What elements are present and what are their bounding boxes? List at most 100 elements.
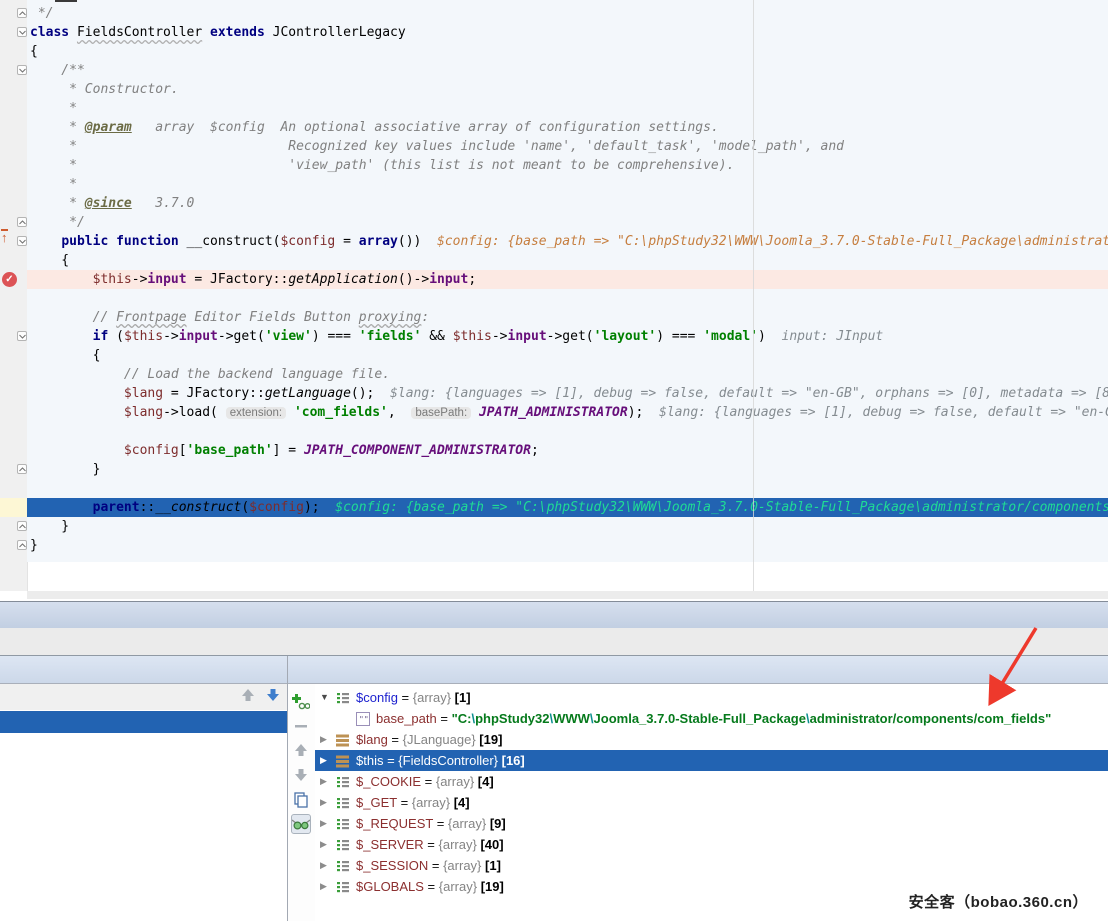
code-line: *	[27, 175, 1108, 194]
variable-row-this[interactable]: ▶$this = {FieldsController} [16]	[315, 750, 1108, 771]
code-line: */	[27, 4, 1108, 23]
code-line: public function __construct($config = ar…	[27, 232, 1108, 251]
editor-gutter[interactable]: ✓↑	[0, 0, 28, 591]
variable-row-_cookie[interactable]: ▶$_COOKIE = {array} [4]	[315, 771, 1108, 792]
code-area[interactable]: */class FieldsController extends JContro…	[27, 0, 1108, 562]
variable-type: {JLanguage}	[403, 732, 480, 747]
tree-collapsed-icon[interactable]: ▶	[320, 729, 327, 750]
variable-type: {array}	[448, 816, 490, 831]
fold-marker-up-icon[interactable]	[17, 464, 27, 474]
code-line: // Frontpage Editor Fields Button proxyi…	[27, 308, 1108, 327]
code-line: class FieldsController extends JControll…	[27, 23, 1108, 42]
next-frame-icon[interactable]	[265, 687, 281, 708]
execution-point-arrow-icon[interactable]: ↑	[1, 229, 8, 245]
variables-tree: ▼$config = {array} [1]""base_path = "C:\…	[315, 687, 1108, 921]
evaluate-expression-icon[interactable]	[291, 814, 311, 834]
variable-type: {array}	[443, 858, 485, 873]
variable-count: [9]	[490, 816, 506, 831]
tree-collapsed-icon[interactable]: ▶	[320, 813, 327, 834]
copy-value-icon[interactable]	[291, 790, 311, 810]
variable-value: "C:\phpStudy32\WWW\Joomla_3.7.0-Stable-F…	[452, 711, 1052, 726]
variable-count: [4]	[478, 774, 494, 789]
code-line: }	[27, 517, 1108, 536]
fold-marker-up-icon[interactable]	[17, 217, 27, 227]
variable-count: [16]	[502, 753, 525, 768]
right-margin-guide	[753, 0, 754, 591]
variable-name: $this	[356, 753, 383, 768]
code-line: {	[27, 42, 1108, 61]
ide-window: ✓↑ */class FieldsController extends JCon…	[0, 0, 1108, 921]
variable-name: $lang	[356, 732, 388, 747]
move-up-icon[interactable]	[291, 740, 311, 760]
code-line: $lang->load( extension: 'com_fields', ba…	[27, 403, 1108, 422]
code-line: * Recognized key values include 'name', …	[27, 137, 1108, 156]
code-line: * Constructor.	[27, 80, 1108, 99]
variable-type: {array}	[436, 774, 478, 789]
tree-collapsed-icon[interactable]: ▶	[320, 750, 327, 771]
frames-panel	[0, 684, 287, 921]
code-line: * @param array $config An optional assoc…	[27, 118, 1108, 137]
variable-row-_server[interactable]: ▶$_SERVER = {array} [40]	[315, 834, 1108, 855]
code-line: * @since 3.7.0	[27, 194, 1108, 213]
variable-name: base_path	[376, 711, 437, 726]
variable-row-_request[interactable]: ▶$_REQUEST = {array} [9]	[315, 813, 1108, 834]
tree-collapsed-icon[interactable]: ▶	[320, 834, 327, 855]
fold-marker-down-icon[interactable]	[17, 236, 27, 246]
variable-type: {array}	[412, 795, 454, 810]
watermark-text: 安全客（bobao.360.cn）	[909, 891, 1088, 912]
variable-count: [40]	[480, 837, 503, 852]
debug-tabs-band	[0, 628, 1108, 656]
variable-type: {array}	[439, 879, 481, 894]
fold-marker-up-icon[interactable]	[17, 8, 27, 18]
code-line: $this->input = JFactory::getApplication(…	[27, 270, 1108, 289]
tree-collapsed-icon[interactable]: ▶	[320, 792, 327, 813]
code-line: *	[27, 99, 1108, 118]
array-type-icon	[336, 879, 350, 900]
breakpoint-icon[interactable]: ✓	[2, 272, 17, 287]
tree-collapsed-icon[interactable]: ▶	[320, 876, 327, 897]
variable-count: [4]	[454, 795, 470, 810]
variable-name: $_GET	[356, 795, 397, 810]
horizontal-scrollbar[interactable]	[27, 591, 1108, 599]
variable-row-lang[interactable]: ▶$lang = {JLanguage} [19]	[315, 729, 1108, 750]
variable-name: $_SERVER	[356, 837, 424, 852]
variable-row-config[interactable]: ▼$config = {array} [1]	[315, 687, 1108, 708]
fold-marker-down-icon[interactable]	[17, 331, 27, 341]
fold-marker-up-icon[interactable]	[17, 540, 27, 550]
clipped-text-remnant	[55, 0, 77, 2]
selected-frame-row[interactable]	[0, 711, 287, 733]
execution-line-gutter	[0, 498, 27, 517]
fold-marker-down-icon[interactable]	[17, 65, 27, 75]
code-line: }	[27, 460, 1108, 479]
code-line: $config['base_path'] = JPATH_COMPONENT_A…	[27, 441, 1108, 460]
add-watch-icon[interactable]	[291, 692, 311, 712]
variable-name: $config	[356, 690, 398, 705]
variable-count: [1]	[455, 690, 471, 705]
variable-name: $_COOKIE	[356, 774, 421, 789]
variable-type: {array}	[413, 690, 455, 705]
svg-text:"": ""	[359, 715, 369, 724]
tree-expanded-icon[interactable]: ▼	[320, 687, 329, 708]
variable-row-base_path[interactable]: ""base_path = "C:\phpStudy32\WWW\Joomla_…	[315, 708, 1108, 729]
code-line	[27, 479, 1108, 498]
variable-count: [19]	[481, 879, 504, 894]
tree-collapsed-icon[interactable]: ▶	[320, 771, 327, 792]
frames-toolbar	[0, 684, 287, 710]
fold-marker-up-icon[interactable]	[17, 521, 27, 531]
variable-row-_get[interactable]: ▶$_GET = {array} [4]	[315, 792, 1108, 813]
previous-frame-icon[interactable]	[240, 687, 256, 708]
fold-marker-down-icon[interactable]	[17, 27, 27, 37]
variable-name: $_REQUEST	[356, 816, 433, 831]
code-line: {	[27, 346, 1108, 365]
variable-name: $GLOBALS	[356, 879, 424, 894]
move-down-icon[interactable]	[291, 765, 311, 785]
variables-toolbar	[288, 684, 315, 921]
code-line: parent::__construct($config); $config: {…	[27, 498, 1108, 517]
code-line: /**	[27, 61, 1108, 80]
code-line: // Load the backend language file.	[27, 365, 1108, 384]
remove-watch-icon[interactable]	[291, 716, 311, 736]
variable-row-_session[interactable]: ▶$_SESSION = {array} [1]	[315, 855, 1108, 876]
tree-collapsed-icon[interactable]: ▶	[320, 855, 327, 876]
code-line: if ($this->input->get('view') === 'field…	[27, 327, 1108, 346]
code-line: $lang = JFactory::getLanguage(); $lang: …	[27, 384, 1108, 403]
